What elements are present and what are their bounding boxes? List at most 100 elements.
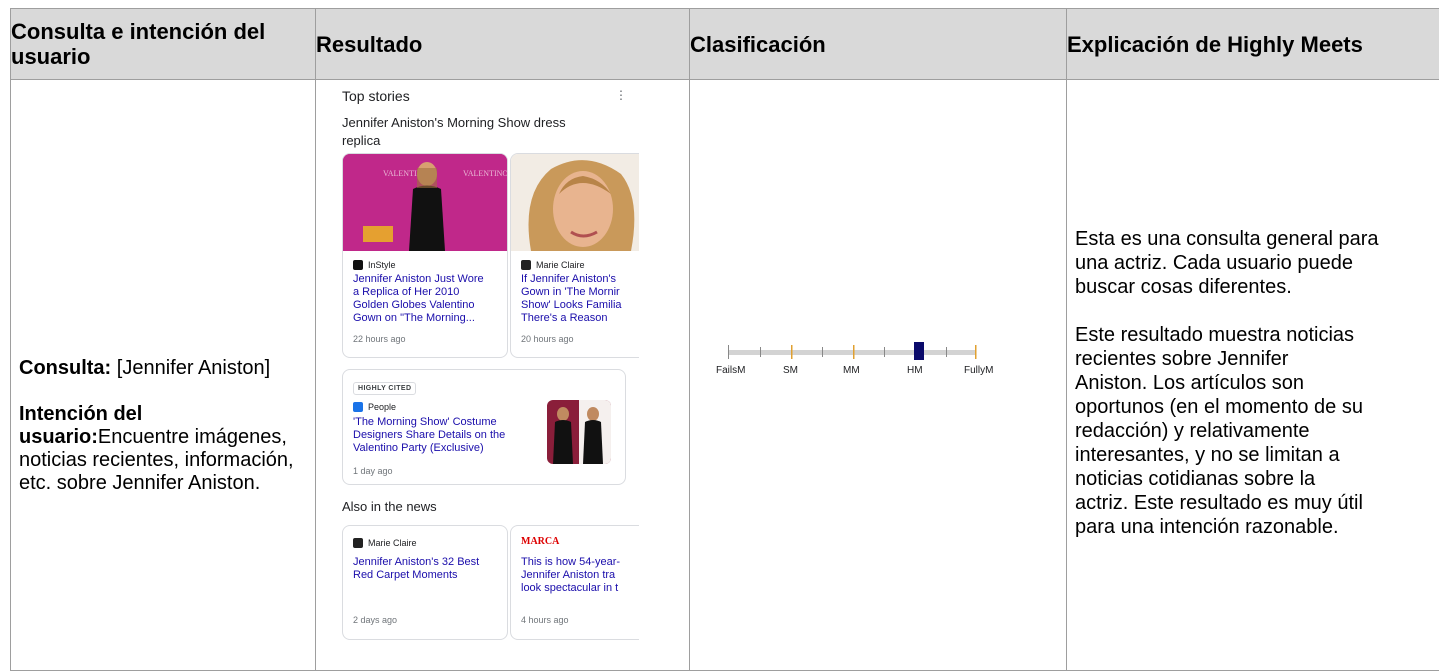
card-headline[interactable]: Jennifer Aniston Just Wore a Replica of …	[353, 273, 501, 325]
top-stories-title: Top stories	[342, 88, 410, 104]
explanation-cell: Esta es una consulta general para una ac…	[1067, 80, 1439, 671]
photo-thumbnail	[511, 154, 639, 251]
text-line: Esta es una consulta general para	[1075, 228, 1379, 250]
scale-tick	[728, 345, 729, 359]
text-line: oportunos (en el momento de su	[1075, 396, 1363, 418]
headline-line: Valentino Party (Exclusive)	[353, 442, 515, 455]
marieclaire-logo-icon	[521, 260, 531, 270]
scale-tick	[760, 347, 761, 357]
card-time: 4 hours ago	[521, 615, 569, 625]
card-headline[interactable]: This is how 54-year- Jennifer Aniston tr…	[521, 556, 639, 595]
marca-logo: MARCA	[521, 536, 559, 547]
svg-text:VALENTINO: VALENTINO	[463, 169, 507, 178]
query-cell: Consulta: [Jennifer Aniston] Intención d…	[11, 80, 316, 671]
scale-label-sm: SM	[783, 365, 798, 376]
people-logo-icon	[353, 402, 363, 412]
card-time: 22 hours ago	[353, 334, 406, 344]
text-line: una actriz. Cada usuario puede	[1075, 252, 1353, 274]
headline-line: Designers Share Details on the	[353, 429, 515, 442]
news-card-marieclaire-2[interactable]: Marie Claire Jennifer Aniston's 32 Best …	[342, 525, 508, 640]
source-name: People	[368, 402, 396, 412]
text-line: Este resultado muestra noticias	[1075, 324, 1354, 346]
text-line: interesantes, y no se limitan a	[1075, 444, 1340, 466]
scale-tick	[853, 345, 855, 359]
headline-line: If Jennifer Aniston's	[521, 273, 639, 286]
scale-tick	[884, 347, 885, 357]
card-time: 20 hours ago	[521, 334, 574, 344]
header-result: Resultado	[316, 9, 690, 80]
text-line: noticias cotidianas sobre la	[1075, 468, 1315, 490]
headline-line: Show' Looks Familia	[521, 299, 639, 312]
rating-cell: FailsM SM MM HM FullyM	[690, 80, 1067, 671]
card-headline[interactable]: 'The Morning Show' Costume Designers Sha…	[353, 416, 515, 455]
source-name: Marie Claire	[368, 538, 417, 548]
source-line: MARCA	[521, 536, 559, 547]
source-line: Marie Claire	[521, 260, 585, 270]
headline-line: Gown in 'The Mornir	[521, 286, 639, 299]
scale-tick	[822, 347, 823, 357]
headline-line: 'The Morning Show' Costume	[353, 416, 515, 429]
rating-scale: FailsM SM MM HM FullyM	[690, 80, 1066, 670]
card-time: 2 days ago	[353, 615, 397, 625]
search-result-screenshot: Top stories ⋮ Jennifer Aniston's Morning…	[336, 80, 639, 670]
source-line: People	[353, 402, 396, 412]
news-card-marca[interactable]: MARCA This is how 54-year- Jennifer Anis…	[510, 525, 639, 640]
scale-label-fullym: FullyM	[964, 365, 993, 376]
source-line: Marie Claire	[353, 538, 417, 548]
card-headline[interactable]: Jennifer Aniston's 32 Best Red Carpet Mo…	[353, 556, 501, 582]
headline-line: Jennifer Aniston Just Wore	[353, 273, 501, 286]
headline-line: Jennifer Aniston's 32 Best	[353, 556, 501, 569]
scale-tick	[975, 345, 977, 359]
card-time: 1 day ago	[353, 466, 393, 476]
headline-line: There's a Reason	[521, 312, 639, 325]
header-explanation: Explicación de Highly Meets	[1067, 9, 1439, 80]
rating-scale-graphic	[690, 80, 1067, 670]
explanation-paragraph-2: Este resultado muestra noticias reciente…	[1075, 323, 1439, 539]
headline-line: This is how 54-year-	[521, 556, 639, 569]
marieclaire-logo-icon	[353, 538, 363, 548]
headline-line: a Replica of Her 2010	[353, 286, 501, 299]
scale-tick	[946, 347, 947, 357]
header-query: Consulta e intención del usuario	[11, 9, 316, 80]
text-line: recientes sobre Jennifer	[1075, 348, 1288, 370]
news-card-marieclaire[interactable]: Marie Claire If Jennifer Aniston's Gown …	[510, 153, 639, 358]
query-value: [Jennifer Aniston]	[111, 357, 270, 379]
source-name: InStyle	[368, 260, 396, 270]
headline-line: Jennifer Aniston tra	[521, 569, 639, 582]
story-heading: Jennifer Aniston's Morning Show dress re…	[342, 114, 592, 150]
query-label: Consulta:	[19, 357, 111, 379]
headline-line: Gown on "The Morning...	[353, 312, 501, 325]
scale-tick	[791, 345, 793, 359]
headline-line: look spectacular in t	[521, 582, 639, 595]
query-text: Consulta: [Jennifer Aniston]	[19, 357, 307, 380]
instyle-logo-icon	[353, 260, 363, 270]
scale-label-failsm: FailsM	[716, 365, 745, 376]
card-headline[interactable]: If Jennifer Aniston's Gown in 'The Morni…	[521, 273, 639, 325]
headline-line: Red Carpet Moments	[353, 569, 501, 582]
news-card-people[interactable]: HIGHLY CITED People 'The Morning Show' C…	[342, 369, 626, 485]
text-line: actriz. Este resultado es muy útil	[1075, 492, 1363, 514]
text-line: para una intención razonable.	[1075, 516, 1339, 538]
text-line: Aniston. Los artículos son	[1075, 372, 1304, 394]
highly-cited-badge: HIGHLY CITED	[353, 382, 416, 395]
header-row: Consulta e intención del usuario Resulta…	[11, 9, 1439, 80]
headline-line: Golden Globes Valentino	[353, 299, 501, 312]
text-line: buscar cosas diferentes.	[1075, 276, 1292, 298]
text-line: redacción) y relativamente	[1075, 420, 1310, 442]
header-rating: Clasificación	[690, 9, 1067, 80]
scale-label-hm: HM	[907, 365, 923, 376]
photo-thumbnail	[547, 400, 611, 464]
result-cell: Top stories ⋮ Jennifer Aniston's Morning…	[316, 80, 690, 671]
source-line: InStyle	[353, 260, 396, 270]
rating-marker[interactable]	[914, 342, 924, 360]
news-card-instyle[interactable]: VALENTINO VALENTINO InStyle Jenn	[342, 153, 508, 358]
more-options-icon[interactable]: ⋮	[615, 88, 627, 102]
intent-text: Intención del usuario:Encuentre imágenes…	[19, 403, 307, 495]
also-in-news-title: Also in the news	[342, 499, 437, 514]
scale-track	[728, 350, 975, 355]
explanation-paragraph-1: Esta es una consulta general para una ac…	[1075, 227, 1439, 299]
photo-thumbnail: VALENTINO VALENTINO	[343, 154, 507, 251]
source-name: Marie Claire	[536, 260, 585, 270]
rating-example-table: Consulta e intención del usuario Resulta…	[10, 8, 1439, 671]
scale-label-mm: MM	[843, 365, 860, 376]
